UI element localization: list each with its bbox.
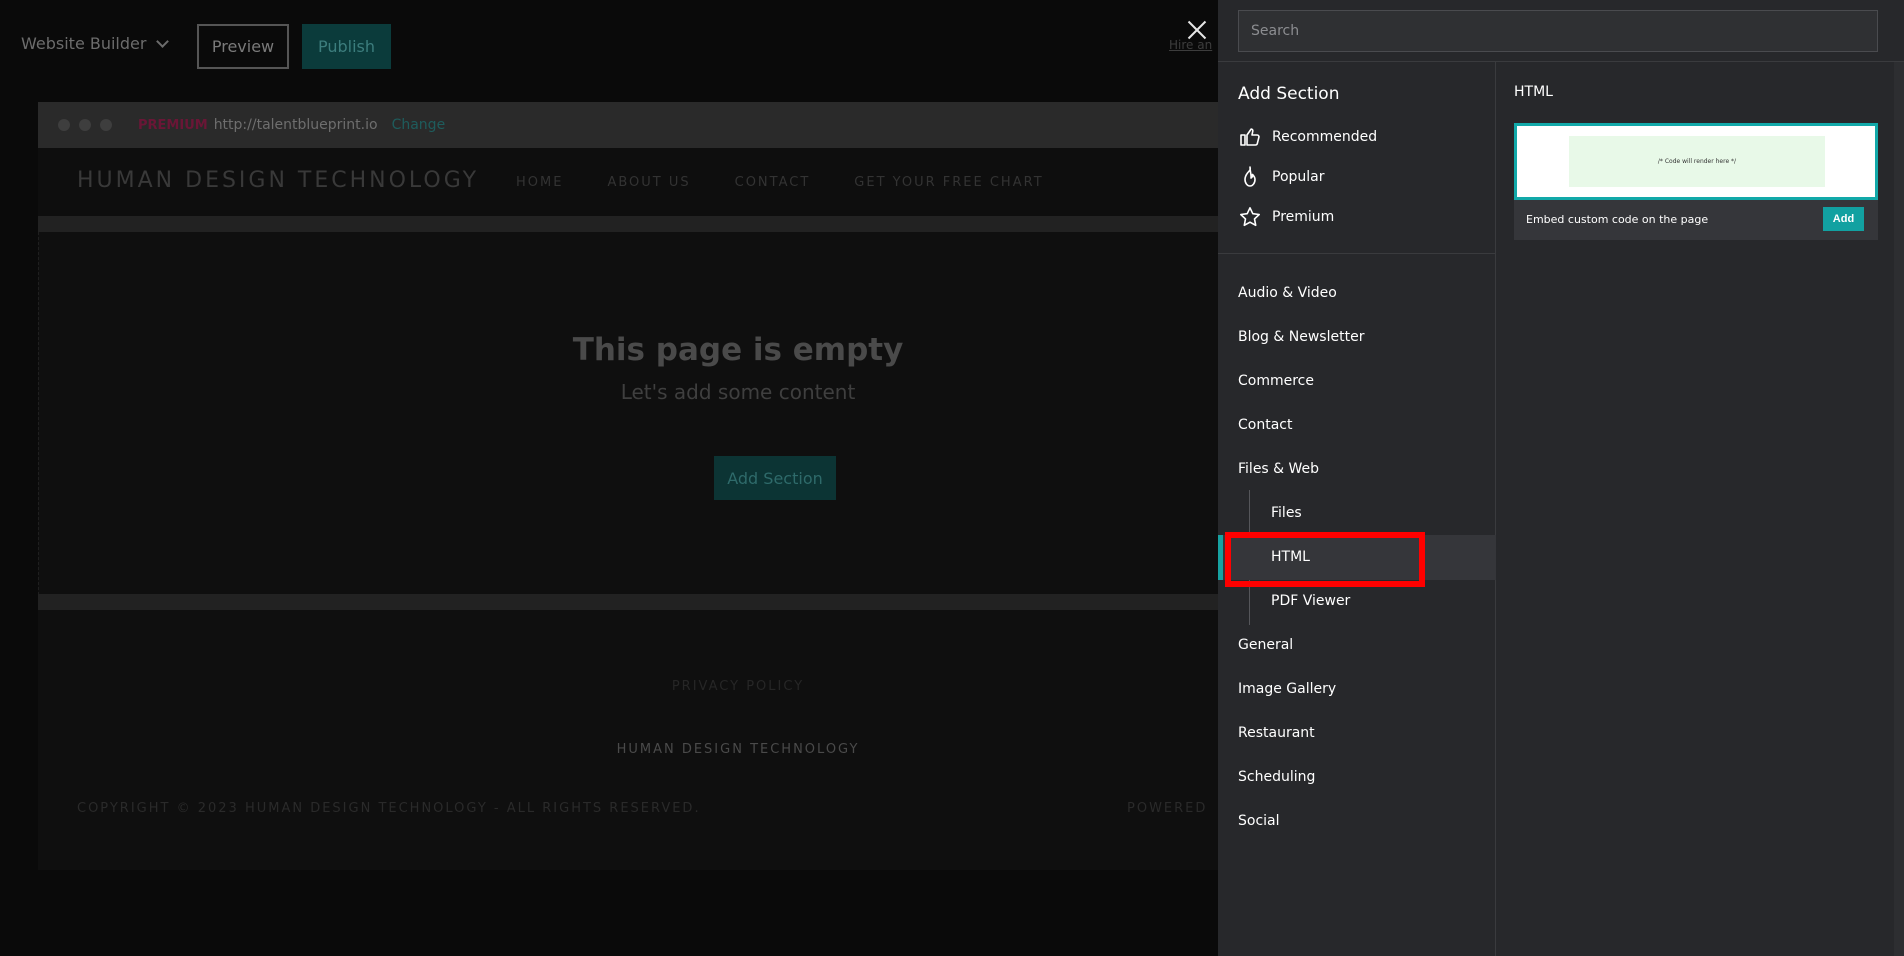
category-list: Add Section Recommended Popular Premium … bbox=[1218, 62, 1496, 956]
quick-item-recommended[interactable]: Recommended bbox=[1238, 125, 1377, 149]
window-dot-icon bbox=[100, 119, 112, 131]
copyright-text: COPYRIGHT © 2023 HUMAN DESIGN TECHNOLOGY… bbox=[77, 801, 701, 816]
category-blog-newsletter[interactable]: Blog & Newsletter bbox=[1238, 329, 1364, 345]
publish-button[interactable]: Publish bbox=[302, 24, 391, 69]
category-general[interactable]: General bbox=[1238, 637, 1293, 653]
category-files-web[interactable]: Files & Web bbox=[1238, 461, 1319, 477]
search-bar bbox=[1218, 0, 1904, 62]
category-contact[interactable]: Contact bbox=[1238, 417, 1292, 433]
window-dot-icon bbox=[58, 119, 70, 131]
premium-badge: PREMIUM bbox=[138, 117, 208, 133]
star-icon bbox=[1240, 207, 1260, 227]
code-placeholder: /* Code will render here */ bbox=[1569, 136, 1825, 187]
section-divider-bottom bbox=[38, 594, 1218, 610]
category-scheduling[interactable]: Scheduling bbox=[1238, 769, 1315, 785]
preview-button[interactable]: Preview bbox=[197, 24, 289, 69]
change-domain-link[interactable]: Change bbox=[392, 117, 446, 133]
html-section-preview[interactable]: /* Code will render here */ bbox=[1514, 123, 1878, 200]
nav-contact[interactable]: CONTACT bbox=[735, 175, 811, 190]
detail-title: HTML bbox=[1514, 84, 1553, 100]
site-logo[interactable]: HUMAN DESIGN TECHNOLOGY bbox=[77, 168, 479, 193]
website-builder-label: Website Builder bbox=[21, 34, 147, 53]
editor-background: Website Builder Preview Publish Hire an … bbox=[0, 0, 1218, 956]
site-nav: HOME ABOUT US CONTACT GET YOUR FREE CHAR… bbox=[516, 175, 1044, 190]
window-dots bbox=[58, 119, 112, 131]
site-canvas: HUMAN DESIGN TECHNOLOGY HOME ABOUT US CO… bbox=[38, 148, 1218, 870]
flame-icon bbox=[1244, 166, 1256, 187]
subcategory-pdf-viewer[interactable]: PDF Viewer bbox=[1271, 593, 1350, 609]
card-description: Embed custom code on the page bbox=[1526, 213, 1709, 226]
add-section-button[interactable]: Add Section bbox=[714, 456, 836, 500]
site-header: HUMAN DESIGN TECHNOLOGY HOME ABOUT US CO… bbox=[38, 148, 1218, 216]
category-audio-video[interactable]: Audio & Video bbox=[1238, 285, 1337, 301]
html-section-card[interactable]: /* Code will render here */ Embed custom… bbox=[1514, 123, 1878, 240]
subcategory-files[interactable]: Files bbox=[1271, 505, 1302, 521]
chevron-down-icon bbox=[156, 34, 170, 48]
category-commerce[interactable]: Commerce bbox=[1238, 373, 1314, 389]
panel-divider bbox=[1218, 253, 1496, 254]
selected-accent-bar bbox=[1218, 535, 1223, 580]
quick-item-label: Recommended bbox=[1272, 129, 1378, 145]
quick-item-label: Popular bbox=[1272, 169, 1325, 185]
powered-by-text: POWERED bbox=[1127, 801, 1208, 816]
nav-home[interactable]: HOME bbox=[516, 175, 563, 190]
nav-about-us[interactable]: ABOUT US bbox=[607, 175, 690, 190]
panel-title: Add Section bbox=[1238, 84, 1340, 104]
browser-bar: PREMIUM http://talentblueprint.io Change bbox=[38, 102, 1218, 148]
empty-section-area bbox=[38, 232, 1218, 600]
category-image-gallery[interactable]: Image Gallery bbox=[1238, 681, 1336, 697]
quick-item-label: Premium bbox=[1272, 209, 1335, 225]
nav-get-free-chart[interactable]: GET YOUR FREE CHART bbox=[854, 175, 1043, 190]
highlight-box bbox=[1225, 532, 1425, 587]
quick-item-popular[interactable]: Popular bbox=[1238, 165, 1325, 189]
add-section-panel: Add Section Recommended Popular Premium … bbox=[1218, 0, 1904, 956]
window-dot-icon bbox=[79, 119, 91, 131]
site-url: http://talentblueprint.io bbox=[213, 117, 378, 133]
quick-item-premium[interactable]: Premium bbox=[1238, 205, 1334, 229]
close-icon[interactable] bbox=[1184, 18, 1210, 44]
panel-scrollbar[interactable] bbox=[1894, 62, 1904, 956]
section-detail: HTML /* Code will render here */ Embed c… bbox=[1496, 62, 1894, 956]
editor-topbar: Website Builder Preview Publish Hire an bbox=[0, 0, 1218, 95]
section-divider-top bbox=[38, 216, 1218, 232]
search-input[interactable] bbox=[1238, 10, 1878, 52]
category-social[interactable]: Social bbox=[1238, 813, 1280, 829]
category-restaurant[interactable]: Restaurant bbox=[1238, 725, 1315, 741]
website-builder-menu[interactable]: Website Builder bbox=[21, 34, 170, 53]
add-html-section-button[interactable]: Add bbox=[1823, 207, 1864, 231]
thumbs-up-icon bbox=[1240, 128, 1260, 146]
